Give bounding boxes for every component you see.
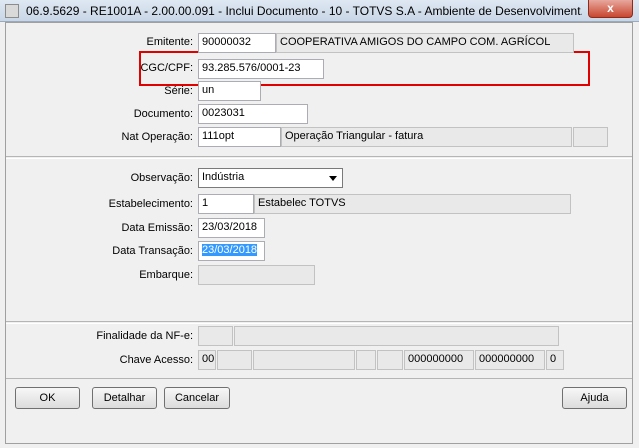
estabelecimento-label: Estabelecimento: <box>108 198 193 210</box>
cancelar-button[interactable]: Cancelar <box>164 387 230 409</box>
natop-extra-field <box>573 127 608 147</box>
data-transacao-input[interactable]: 23/03/2018 <box>198 241 265 261</box>
chave-field-5: 000000000 <box>404 350 474 370</box>
ok-button[interactable]: OK <box>15 387 80 409</box>
chave-field-7: 0 <box>546 350 564 370</box>
title-bar: 06.9.5629 - RE1001A - 2.00.00.091 - Incl… <box>0 0 639 22</box>
chave-field-3 <box>356 350 376 370</box>
emitente-code-input[interactable]: 90000032 <box>198 33 276 53</box>
app-icon <box>5 4 19 18</box>
form-window: Emitente: 90000032 COOPERATIVA AMIGOS DO… <box>5 22 633 444</box>
natop-code-input[interactable]: 111opt <box>198 127 281 147</box>
documento-input[interactable]: 0023031 <box>198 104 308 124</box>
estabelecimento-desc-field: Estabelec TOTVS <box>254 194 571 214</box>
finalidade-label: Finalidade da NF-e: <box>96 330 193 342</box>
natop-label: Nat Operação: <box>121 131 193 143</box>
finalidade-code-field <box>198 326 233 346</box>
data-emissao-label: Data Emissão: <box>121 222 193 234</box>
embarque-field <box>198 265 315 285</box>
chave-field-1 <box>217 350 252 370</box>
estabelecimento-code-input[interactable]: 1 <box>198 194 254 214</box>
data-transacao-selected-text: 23/03/2018 <box>202 244 258 256</box>
observacao-select[interactable]: Indústria <box>198 168 343 188</box>
natop-desc-field: Operação Triangular - fatura <box>281 127 572 147</box>
chave-prefix-field: 00 <box>198 350 216 370</box>
observacao-value: Indústria <box>202 171 245 183</box>
chave-field-6: 000000000 <box>475 350 545 370</box>
emitente-label: Emitente: <box>146 36 193 48</box>
cgc-label: CGC/CPF: <box>140 62 193 74</box>
chave-label: Chave Acesso: <box>119 354 193 366</box>
chevron-down-icon <box>329 176 337 181</box>
data-emissao-input[interactable]: 23/03/2018 <box>198 218 265 238</box>
detalhar-button[interactable]: Detalhar <box>92 387 157 409</box>
cgc-input[interactable]: 93.285.576/0001-23 <box>198 59 324 79</box>
serie-input[interactable]: un <box>198 81 261 101</box>
data-transacao-label: Data Transação: <box>112 245 193 257</box>
emitente-name-field: COOPERATIVA AMIGOS DO CAMPO COM. AGRÍCOL <box>276 33 574 53</box>
observacao-label: Observação: <box>130 172 193 184</box>
chave-field-2 <box>253 350 355 370</box>
documento-label: Documento: <box>133 108 193 120</box>
chave-field-4 <box>377 350 403 370</box>
finalidade-desc-field <box>234 326 559 346</box>
serie-label: Série: <box>164 85 193 97</box>
window-title: 06.9.5629 - RE1001A - 2.00.00.091 - Incl… <box>26 4 582 18</box>
close-button[interactable]: x <box>588 0 633 18</box>
embarque-label: Embarque: <box>139 269 193 281</box>
ajuda-button[interactable]: Ajuda <box>562 387 627 409</box>
